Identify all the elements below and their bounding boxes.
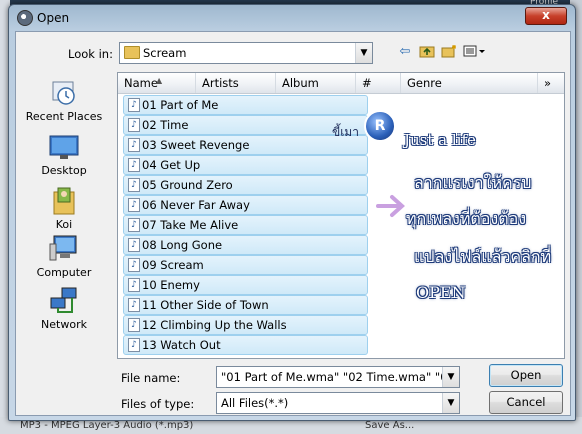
- instruction-line-4: OPEN: [416, 283, 466, 302]
- open-button[interactable]: Open: [489, 364, 563, 387]
- column-header-name[interactable]: ▲ Name: [118, 73, 196, 93]
- music-file-icon: ♪: [128, 98, 140, 112]
- pointer-arrow-icon: [376, 195, 405, 217]
- cancel-button[interactable]: Cancel: [489, 391, 563, 414]
- look-in-label: Look in:: [68, 47, 113, 61]
- places-bar: Recent Places Desktop Koi Computer Netwo…: [20, 78, 108, 338]
- place-koi[interactable]: Koi: [20, 186, 108, 231]
- up-folder-icon[interactable]: [418, 44, 436, 60]
- file-name-value: "01 Part of Me.wma" "02 Time.wma" "03 Sw…: [221, 370, 459, 384]
- file-row[interactable]: ♪ 12 Climbing Up the Walls: [123, 315, 368, 335]
- back-arrow-icon[interactable]: ⇦: [396, 44, 414, 60]
- chevron-down-icon[interactable]: ▼: [442, 393, 459, 413]
- chevron-down-icon[interactable]: ▼: [355, 43, 372, 63]
- computer-icon: [49, 235, 77, 261]
- file-row[interactable]: ♪ 13 Watch Out: [123, 335, 368, 355]
- file-row[interactable]: ♪ 04 Get Up: [123, 155, 368, 175]
- instruction-line-2: ทุกเพลงที่ต้องต้อง: [406, 209, 527, 228]
- file-name-input[interactable]: "01 Part of Me.wma" "02 Time.wma" "03 Sw…: [216, 366, 460, 388]
- user-folder-icon: [53, 187, 75, 215]
- watermark-emblem: R: [364, 110, 396, 142]
- music-file-icon: ♪: [128, 298, 140, 312]
- music-file-icon: ♪: [128, 198, 140, 212]
- dialog-title: Open: [37, 11, 70, 25]
- look-in-combo[interactable]: Scream ▼: [119, 42, 373, 64]
- music-file-icon: ♪: [128, 138, 140, 152]
- music-file-icon: ♪: [128, 118, 140, 132]
- column-header-genre[interactable]: Genre: [401, 73, 538, 93]
- music-file-icon: ♪: [128, 178, 140, 192]
- place-label: Network: [41, 318, 87, 331]
- file-name-label: File name:: [121, 371, 181, 385]
- chevron-down-icon[interactable]: ▼: [442, 367, 459, 387]
- open-dialog: Open x Look in: Scream ▼ ⇦ Recent Places…: [8, 4, 576, 421]
- network-icon: [50, 287, 77, 313]
- place-label: Desktop: [41, 164, 87, 177]
- place-computer[interactable]: Computer: [20, 234, 108, 279]
- folder-icon: [124, 46, 140, 59]
- file-row[interactable]: ♪ 09 Scream: [123, 255, 368, 275]
- close-button[interactable]: x: [525, 7, 567, 25]
- place-label: Recent Places: [25, 110, 103, 123]
- music-file-icon: ♪: [128, 158, 140, 172]
- look-in-value: Scream: [143, 46, 187, 60]
- view-menu-icon[interactable]: [462, 44, 488, 60]
- title-bar[interactable]: Open x: [9, 5, 575, 31]
- place-network[interactable]: Network: [20, 286, 108, 331]
- file-row[interactable]: ♪ 10 Enemy: [123, 275, 368, 295]
- music-file-icon: ♪: [128, 218, 140, 232]
- column-headers: ▲ Name Artists Album # Genre »: [118, 73, 564, 94]
- file-row[interactable]: ♪ 06 Never Far Away: [123, 195, 368, 215]
- sort-ascending-icon: ▲: [156, 76, 163, 85]
- file-row[interactable]: ♪ 07 Take Me Alive: [123, 215, 368, 235]
- file-list[interactable]: ▲ Name Artists Album # Genre » ♪ 01 Part…: [117, 72, 565, 359]
- place-recent-places[interactable]: Recent Places: [20, 78, 108, 123]
- recent-places-icon: [52, 81, 75, 105]
- watermark-thai-label: ขี้เมา: [332, 125, 359, 139]
- column-header-track[interactable]: #: [356, 73, 401, 93]
- place-desktop[interactable]: Desktop: [20, 134, 108, 177]
- more-columns-button[interactable]: »: [538, 73, 564, 93]
- files-of-type-label: Files of type:: [121, 397, 195, 411]
- music-file-icon: ♪: [128, 238, 140, 252]
- file-row[interactable]: ♪ 11 Other Side of Town: [123, 295, 368, 315]
- column-header-album[interactable]: Album: [276, 73, 356, 93]
- instruction-line-1: ลากแรเงาให้ครบ: [414, 173, 532, 192]
- music-file-icon: ♪: [128, 278, 140, 292]
- files-of-type-value: All Files(*.*): [221, 396, 289, 410]
- music-file-icon: ♪: [128, 258, 140, 272]
- dialog-client-area: Look in: Scream ▼ ⇦ Recent Places Deskto…: [15, 31, 571, 416]
- close-icon: x: [542, 8, 550, 22]
- file-row[interactable]: ♪ 01 Part of Me: [123, 95, 368, 115]
- instruction-line-3: แปลงไฟล์แล้วคลิกที่: [414, 247, 552, 266]
- dialog-app-icon: [17, 10, 33, 26]
- column-header-artists[interactable]: Artists: [196, 73, 276, 93]
- music-file-icon: ♪: [128, 338, 140, 352]
- watermark-brand-text: Just a life: [404, 131, 476, 149]
- music-file-icon: ♪: [128, 318, 140, 332]
- place-label: Computer: [36, 266, 92, 279]
- file-row[interactable]: ♪ 05 Ground Zero: [123, 175, 368, 195]
- file-row[interactable]: ♪ 08 Long Gone: [123, 235, 368, 255]
- place-label: Koi: [55, 218, 73, 231]
- new-folder-icon[interactable]: [440, 44, 458, 60]
- files-of-type-select[interactable]: All Files(*.*) ▼: [216, 392, 460, 414]
- desktop-icon: [49, 135, 79, 159]
